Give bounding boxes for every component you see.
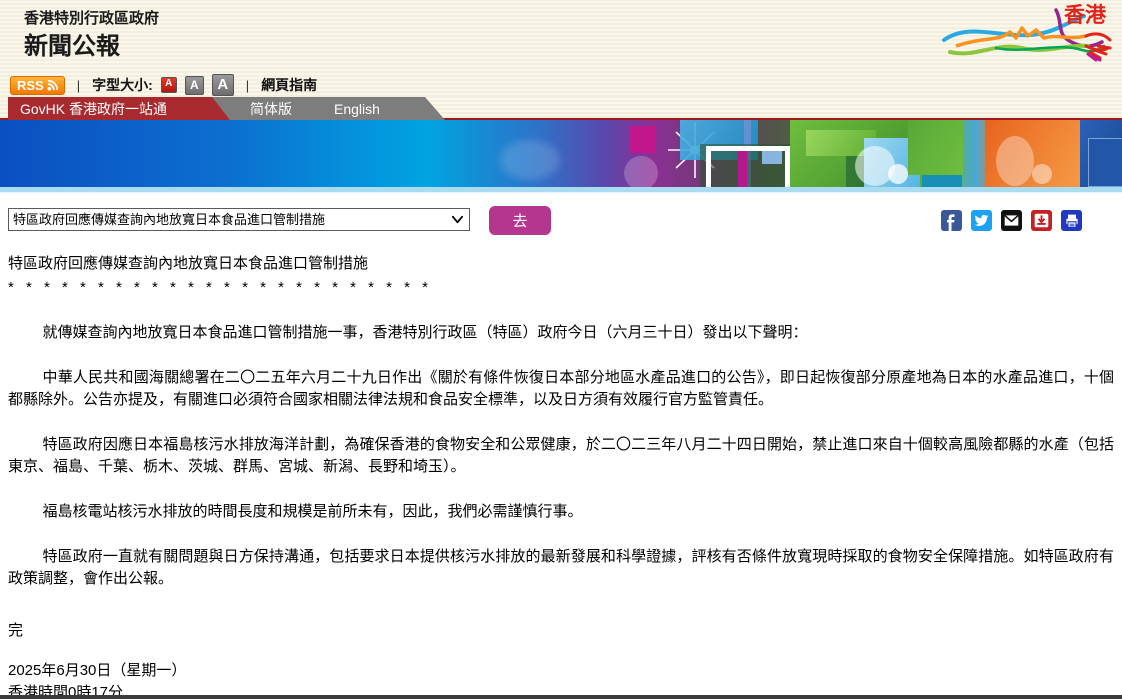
- banner-underline: [0, 187, 1122, 193]
- banner-circle: [624, 156, 658, 187]
- paragraph-3: 特區政府因應日本福島核污水排放海洋計劃，為確保香港的食物安全和公眾健康，於二〇二…: [8, 434, 1114, 478]
- paragraph-1: 就傳媒查詢內地放寬日本食品進口管制措施一事，香港特別行政區（特區）政府今日（六月…: [8, 322, 1114, 344]
- star-divider: * * * * * * * * * * * * * * * * * * * * …: [8, 277, 1114, 299]
- banner-circle5: [1032, 164, 1052, 184]
- separator: |: [73, 78, 84, 93]
- save-share-icon[interactable]: [1031, 210, 1052, 231]
- email-share-icon[interactable]: [1001, 210, 1022, 231]
- page-title: 新聞公報: [24, 26, 120, 61]
- tab-bar: 简体版 English GovHK 香港政府一站通: [0, 97, 1122, 120]
- banner-magenta-square: [630, 126, 656, 153]
- site-guide-link[interactable]: 網頁指南: [261, 75, 317, 95]
- banner-circle3: [888, 164, 908, 184]
- go-button[interactable]: 去: [489, 206, 551, 235]
- department-name: 香港特別行政區政府: [24, 7, 159, 28]
- twitter-share-icon[interactable]: [971, 210, 992, 231]
- main-content: 特區政府回應傳媒查詢內地放寬日本食品進口管制措施 去: [0, 206, 1122, 699]
- font-size-large-button[interactable]: A: [212, 74, 234, 96]
- tab-simplified-chinese[interactable]: 简体版: [250, 99, 292, 119]
- paragraph-4: 福島核電站核污水排放的時間長度和規模是前所未有，因此，我們必需謹慎行事。: [8, 501, 1114, 523]
- release-date: 2025年6月30日（星期一）: [8, 660, 1114, 682]
- tab-govhk-label: GovHK 香港政府一站通: [20, 99, 167, 119]
- controls-row: 特區政府回應傳媒查詢內地放寬日本食品進口管制措施 去: [8, 206, 1114, 236]
- rss-label: RSS: [17, 78, 44, 93]
- press-release-article: 特區政府回應傳媒查詢內地放寬日本食品進口管制措施 * * * * * * * *…: [8, 253, 1114, 699]
- brandhk-ribbon-icon: 香港: [936, 2, 1116, 64]
- banner-blue-inner-square: [1088, 138, 1122, 187]
- release-select[interactable]: 特區政府回應傳媒查詢內地放寬日本食品進口管制措施: [8, 208, 470, 231]
- facebook-share-icon[interactable]: [941, 210, 962, 231]
- release-select-wrap: 特區政府回應傳媒查詢內地放寬日本食品進口管制措施: [8, 208, 470, 231]
- share-bar: [941, 210, 1082, 231]
- separator: |: [242, 78, 253, 93]
- banner-green-block3: [908, 120, 963, 175]
- brandhk-logo: 香港: [936, 2, 1116, 69]
- banner-magenta-stripe: [738, 151, 747, 187]
- site-header: 香港特別行政區政府 新聞公報 香港 RSS: [0, 0, 1122, 97]
- tab-english[interactable]: English: [334, 101, 380, 117]
- banner-circle4: [996, 136, 1034, 186]
- paragraph-5: 特區政府一直就有關問題與日方保持溝通，包括要求日本提供核污水排放的最新發展和科學…: [8, 546, 1114, 590]
- utility-row: RSS | 字型大小: A A A | 網頁指南: [10, 74, 317, 96]
- font-size-medium-button[interactable]: A: [185, 76, 204, 95]
- page: 香港特別行政區政府 新聞公報 香港 RSS: [0, 0, 1122, 699]
- rss-feed-icon: [47, 80, 58, 91]
- paragraph-2: 中華人民共和國海關總署在二〇二五年六月二十九日作出《關於有條件恢復日本部分地區水…: [8, 367, 1114, 411]
- rss-button[interactable]: RSS: [10, 76, 65, 95]
- banner-glow: [500, 140, 560, 180]
- print-share-icon[interactable]: [1061, 210, 1082, 231]
- end-mark: 完: [8, 620, 1114, 642]
- logo-hongkong-text: 香港: [1064, 3, 1107, 27]
- bottom-divider: [0, 695, 1122, 699]
- tab-govhk[interactable]: GovHK 香港政府一站通: [8, 97, 230, 120]
- article-title: 特區政府回應傳媒查詢內地放寬日本食品進口管制措施: [8, 253, 1114, 275]
- font-size-label: 字型大小:: [92, 75, 153, 95]
- font-size-small-button[interactable]: A: [161, 77, 177, 93]
- banner-white-frame: [706, 146, 790, 187]
- banner-image: [0, 120, 1122, 187]
